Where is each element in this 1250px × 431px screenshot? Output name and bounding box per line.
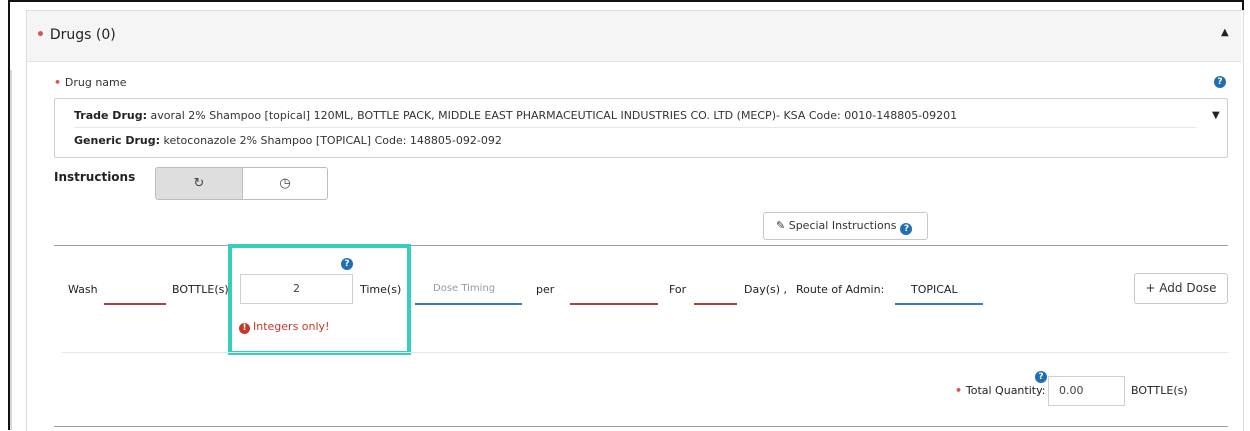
dose-amount-input[interactable] — [104, 303, 166, 305]
for-label: For — [669, 283, 687, 296]
trade-drug-value: avoral 2% Shampoo [topical] 120ML, BOTTL… — [150, 109, 958, 122]
drugs-panel — [26, 10, 1244, 431]
dose-timing-placeholder: Dose Timing — [433, 283, 496, 294]
required-marker: • — [955, 384, 966, 397]
drug-name-select[interactable] — [54, 98, 1228, 158]
trade-drug-line: Trade Drug: avoral 2% Shampoo [topical] … — [74, 109, 957, 122]
route-select[interactable] — [895, 303, 983, 305]
dose-action-label: Wash — [68, 283, 98, 296]
generic-drug-value: ketoconazole 2% Shampoo [TOPICAL] Code: … — [163, 134, 502, 147]
required-marker: • — [36, 27, 50, 43]
help-icon[interactable]: ? — [900, 223, 913, 235]
clock-icon: ◷ — [279, 176, 291, 191]
total-quantity-label: • Total Quantity: — [955, 384, 1046, 397]
drugs-panel-header[interactable] — [27, 11, 1241, 62]
per-period-input[interactable] — [570, 303, 658, 305]
refresh-icon: ↻ — [193, 176, 205, 191]
drugs-panel-title: • Drugs (0) — [36, 27, 116, 43]
total-quantity-input[interactable]: 0.00 — [1048, 376, 1125, 406]
help-icon[interactable]: ? — [1214, 76, 1226, 88]
generic-drug-line: Generic Drug: ketoconazole 2% Shampoo [T… — [74, 134, 502, 147]
special-instructions-button[interactable]: ✎ Special Instructions? — [763, 212, 928, 240]
window-top-border — [8, 0, 1244, 2]
trade-drug-prefix: Trade Drug: — [74, 109, 147, 122]
side-divider — [10, 70, 12, 430]
repeat-mode-button[interactable]: ↻ — [155, 167, 243, 200]
highlight-box — [228, 244, 411, 355]
days-label: Day(s) , — [744, 283, 788, 296]
route-value: TOPICAL — [911, 283, 958, 296]
collapse-caret-icon[interactable]: ▲ — [1221, 27, 1229, 38]
generic-drug-prefix: Generic Drug: — [74, 134, 160, 147]
route-label: Route of Admin: — [796, 283, 885, 296]
row-divider — [62, 352, 1228, 353]
help-icon[interactable]: ? — [1035, 371, 1047, 383]
total-unit-label: BOTTLE(s) — [1131, 384, 1188, 397]
section-divider — [54, 426, 1228, 427]
add-dose-button[interactable]: + Add Dose — [1134, 273, 1228, 304]
chevron-down-icon[interactable]: ▼ — [1212, 110, 1220, 121]
duration-input[interactable] — [694, 303, 737, 305]
per-label: per — [536, 283, 555, 296]
drug-name-label: • Drug name — [54, 76, 127, 89]
special-instructions-label: Special Instructions — [788, 219, 897, 232]
required-marker: • — [54, 76, 65, 89]
pencil-icon: ✎ — [776, 219, 786, 232]
drug-separator — [74, 127, 1196, 128]
dose-timing-input[interactable] — [415, 303, 522, 305]
dose-unit-label: BOTTLE(s) — [172, 283, 229, 296]
schedule-mode-button[interactable]: ◷ — [242, 167, 328, 200]
instructions-label: Instructions — [54, 170, 136, 184]
